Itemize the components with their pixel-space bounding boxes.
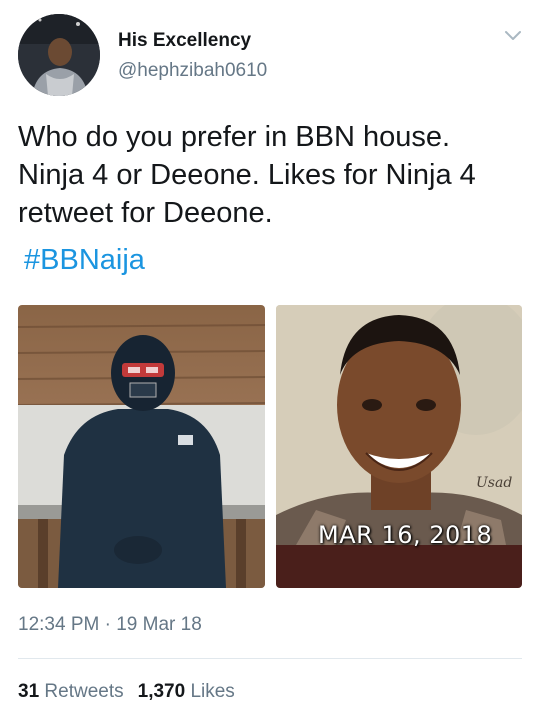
tweet-text: Who do you prefer in BBN house. Ninja 4 … bbox=[18, 121, 476, 229]
likes-label: Likes bbox=[190, 681, 235, 702]
person-in-black-mask-photo bbox=[18, 305, 265, 588]
divider bbox=[18, 658, 522, 659]
likes-stat[interactable]: 1,370 Likes bbox=[138, 681, 235, 702]
retweets-stat[interactable]: 31 Retweets bbox=[18, 681, 124, 702]
tweet-photo-left[interactable] bbox=[18, 305, 265, 588]
hashtag-link[interactable]: #BBNaija bbox=[24, 244, 145, 277]
photo-date-stamp: MAR 16, 2018 bbox=[318, 521, 493, 549]
likes-count: 1,370 bbox=[137, 681, 186, 702]
avatar-image bbox=[18, 14, 100, 96]
author-handle[interactable]: @hephzibah0610 bbox=[118, 60, 267, 82]
avatar[interactable] bbox=[18, 14, 100, 96]
tweet-timestamp[interactable]: 12:34 PM · 19 Mar 18 bbox=[18, 614, 202, 636]
tweet-stats: 31 Retweets 1,370 Likes bbox=[18, 681, 235, 703]
chevron-down-icon[interactable] bbox=[502, 28, 524, 44]
retweets-count: 31 bbox=[18, 681, 40, 702]
photo-signature: Usad bbox=[476, 475, 513, 491]
retweets-label: Retweets bbox=[44, 681, 124, 702]
author-display-name[interactable]: His Excellency bbox=[118, 30, 251, 52]
